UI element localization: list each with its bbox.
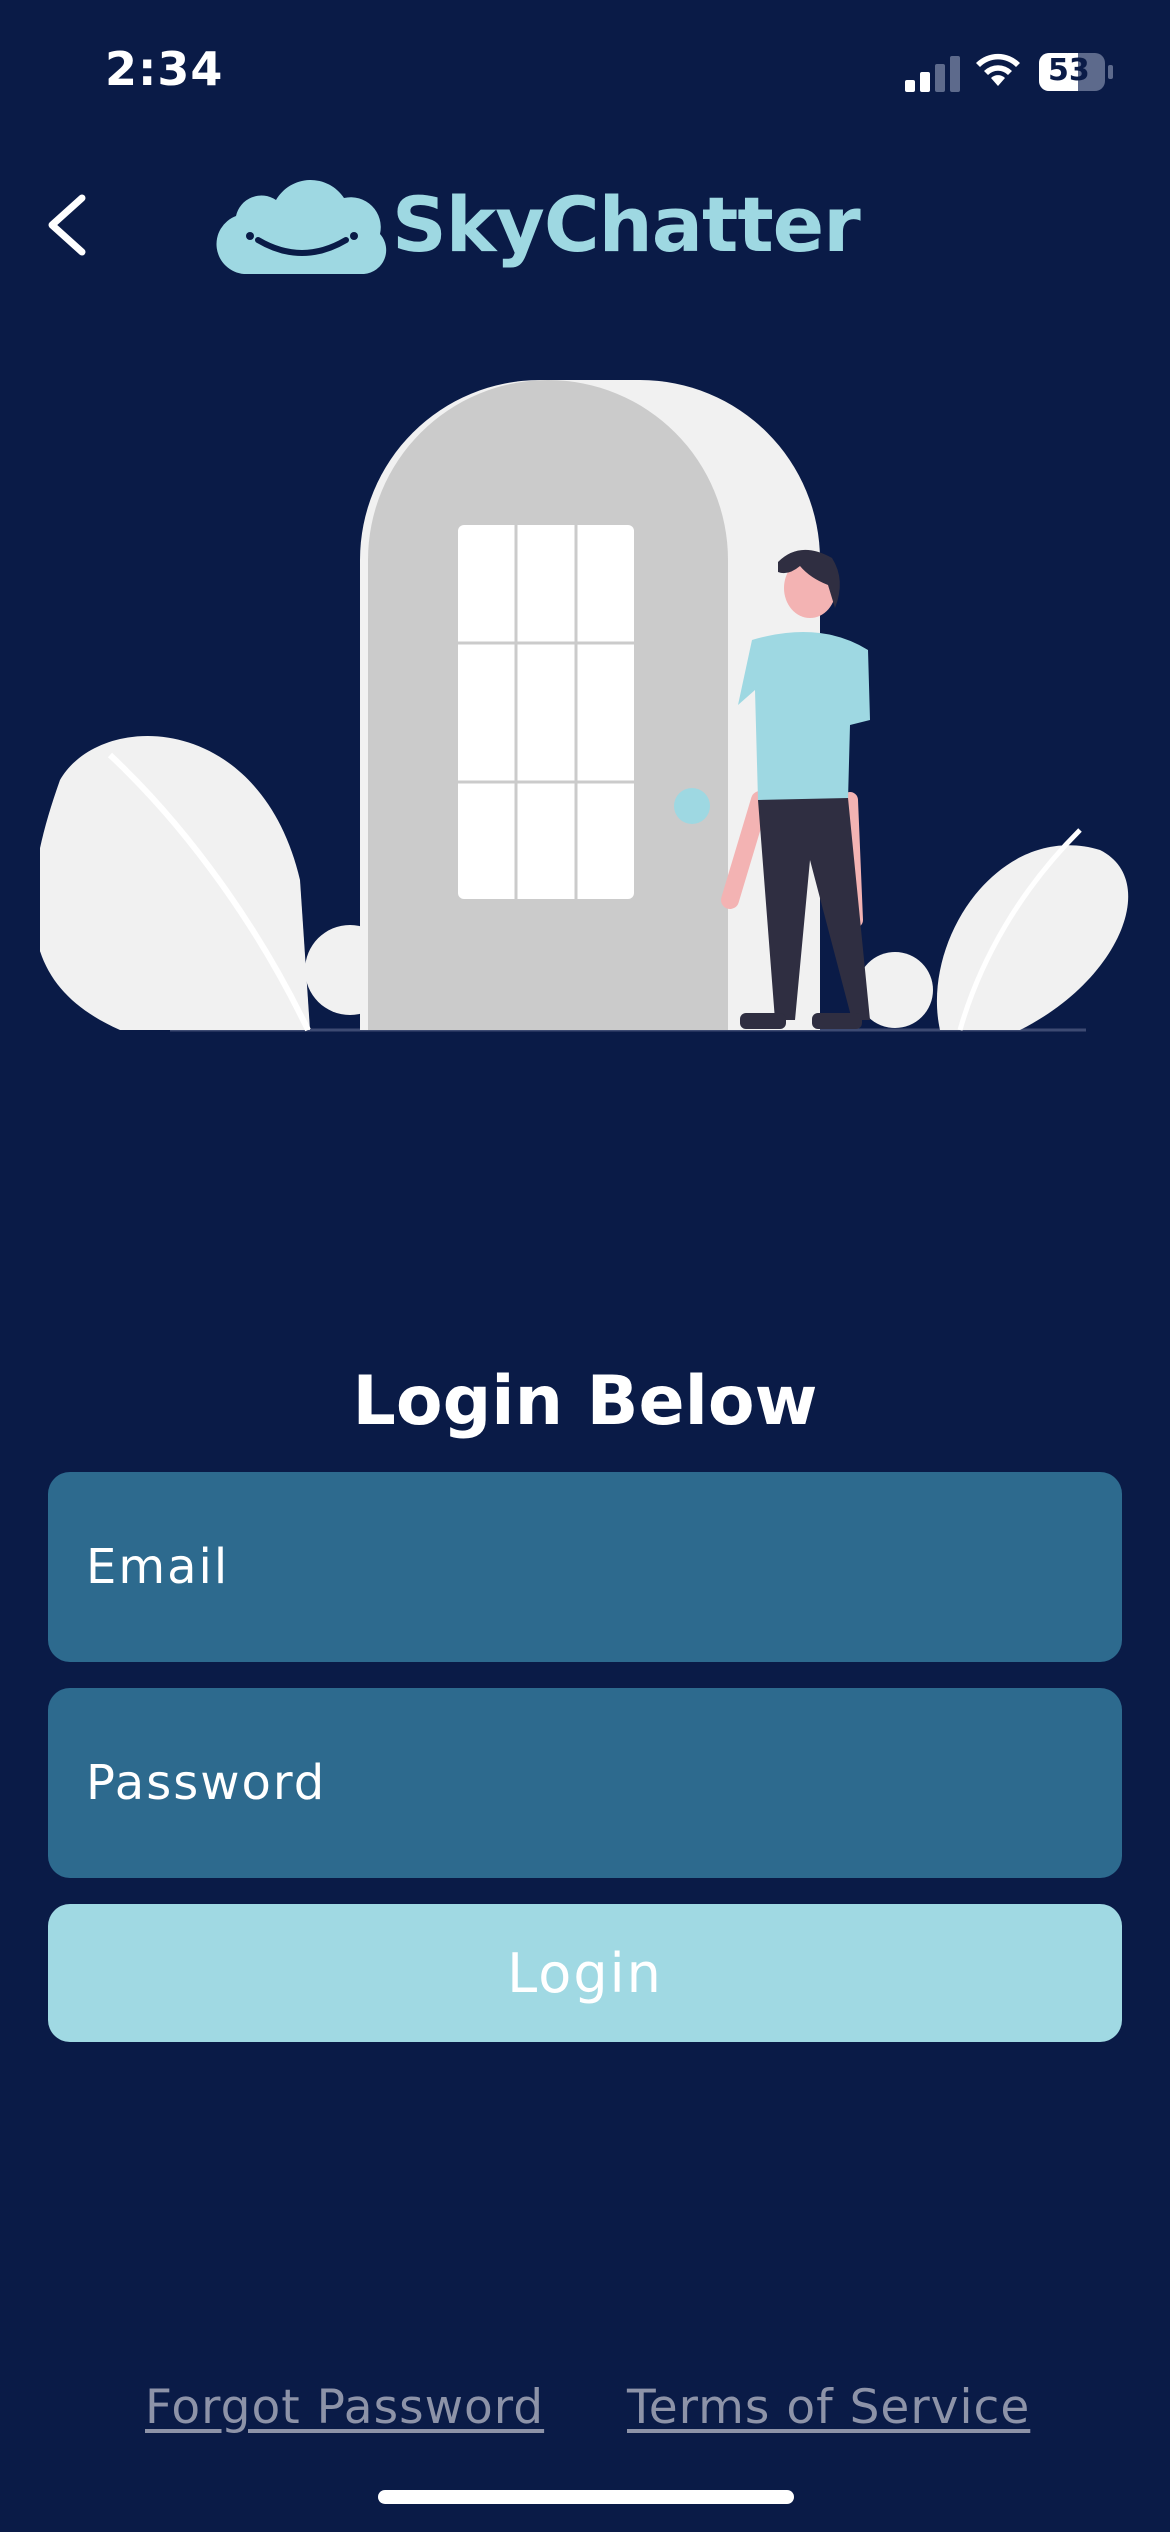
leaf-left bbox=[40, 736, 310, 1030]
login-button[interactable]: Login bbox=[48, 1904, 1122, 2042]
status-bar: 2:34 53 bbox=[0, 0, 1170, 150]
email-field[interactable] bbox=[48, 1472, 1122, 1662]
door-illustration bbox=[40, 380, 1129, 1032]
battery-level: 53 bbox=[1048, 53, 1090, 88]
footer-links: Forgot Password Terms of Service bbox=[0, 2380, 1170, 2440]
home-indicator[interactable] bbox=[378, 2490, 794, 2504]
terms-of-service-link[interactable]: Terms of Service bbox=[627, 2380, 1030, 2435]
leaf-right bbox=[936, 845, 1129, 1030]
wifi-icon bbox=[976, 53, 1020, 86]
door-window bbox=[458, 525, 634, 899]
back-button[interactable] bbox=[40, 190, 100, 260]
cloud-smile-icon bbox=[216, 180, 387, 274]
forgot-password-link[interactable]: Forgot Password bbox=[145, 2380, 544, 2435]
status-time: 2:34 bbox=[105, 42, 224, 96]
page-title: Login Below bbox=[352, 1362, 818, 1441]
app-header: SkyChatter bbox=[0, 150, 1170, 300]
app-name: SkyChatter bbox=[392, 180, 861, 269]
door-knob bbox=[674, 788, 710, 824]
cellular-signal-icon bbox=[905, 56, 960, 92]
password-field[interactable] bbox=[48, 1688, 1122, 1878]
